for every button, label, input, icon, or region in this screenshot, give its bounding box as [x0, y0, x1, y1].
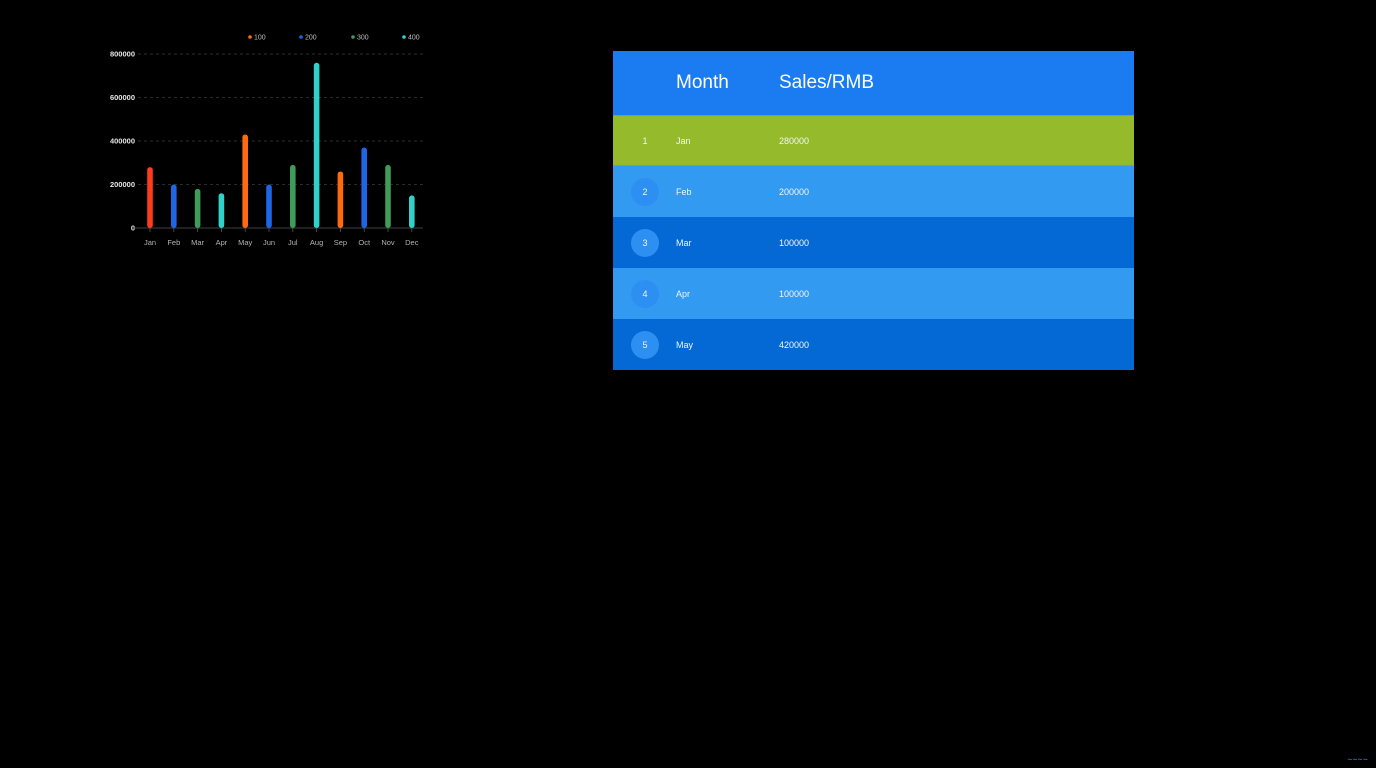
legend-marker: [402, 35, 406, 39]
rank-badge: 3: [631, 228, 659, 257]
legend-label: 200: [305, 35, 317, 42]
table-row[interactable]: 5 May 420000: [613, 319, 1134, 370]
legend-label: 300: [357, 35, 369, 42]
rank-badge: 2: [631, 177, 659, 206]
y-tick-label: 400000: [110, 137, 135, 146]
table-row[interactable]: 1 Jan 280000: [613, 115, 1134, 166]
x-tick-label: Oct: [358, 238, 371, 247]
y-tick-label: 800000: [110, 50, 135, 59]
table-row[interactable]: 3 Mar 100000: [613, 217, 1134, 268]
x-tick-label: Jul: [288, 238, 298, 247]
row-sales: 100000: [779, 288, 810, 299]
bar-may: [242, 134, 248, 228]
x-tick-label: Jan: [144, 238, 156, 247]
header-sales: Sales/RMB: [779, 72, 875, 93]
sales-table: Month Sales/RMB 1 Jan 280000 2 Feb 20000…: [613, 51, 1134, 370]
legend-label: 100: [254, 35, 266, 42]
x-tick-label: Aug: [310, 238, 323, 247]
x-tick-label: Apr: [216, 238, 228, 247]
x-tick-label: Sep: [334, 238, 347, 247]
rank-badge: 4: [631, 279, 659, 308]
bar-dec: [409, 195, 415, 228]
x-tick-label: Dec: [405, 238, 419, 247]
bar-oct: [361, 147, 367, 228]
bar-feb: [171, 184, 177, 228]
table-header: Month Sales/RMB: [613, 51, 1134, 115]
bar-chart: 8000006000004000002000000Jan Feb Mar Apr May…: [110, 35, 423, 247]
row-month: Apr: [676, 288, 691, 299]
row-month: Feb: [676, 186, 692, 197]
row-sales: 280000: [779, 135, 810, 146]
x-tick-label: May: [238, 238, 252, 247]
x-tick-label: Nov: [381, 238, 395, 247]
x-tick-label: Jun: [263, 238, 275, 247]
bar-nov: [385, 164, 391, 228]
legend-marker: [248, 35, 252, 39]
bar-sep: [337, 171, 344, 228]
rank-badge: 1: [642, 135, 648, 146]
y-tick-label: 600000: [110, 93, 135, 102]
row-month: Mar: [676, 237, 692, 248]
row-sales: 420000: [779, 339, 810, 350]
legend-marker: [299, 35, 303, 39]
header-month: Month: [676, 72, 729, 93]
bar-mar: [194, 188, 201, 228]
row-sales: 100000: [779, 237, 810, 248]
bar-aug: [313, 62, 320, 229]
row-month: May: [676, 339, 694, 350]
x-tick-label: Mar: [191, 238, 204, 247]
table-row[interactable]: 2 Feb 200000: [613, 166, 1134, 217]
legend-marker: [351, 35, 355, 39]
bar-apr: [218, 193, 225, 228]
legend-label: 400: [408, 35, 420, 42]
y-tick-label: 200000: [110, 180, 135, 189]
rank-badge: 5: [631, 330, 659, 359]
bar-jul: [290, 164, 296, 228]
watermark-logo: ~~~~: [1347, 755, 1368, 764]
bar-jun: [266, 184, 272, 228]
bar-jan: [147, 167, 153, 228]
row-sales: 200000: [779, 186, 810, 197]
x-tick-label: Feb: [167, 238, 180, 247]
row-month: Jan: [676, 135, 691, 146]
table-row[interactable]: 4 Apr 100000: [613, 268, 1134, 319]
